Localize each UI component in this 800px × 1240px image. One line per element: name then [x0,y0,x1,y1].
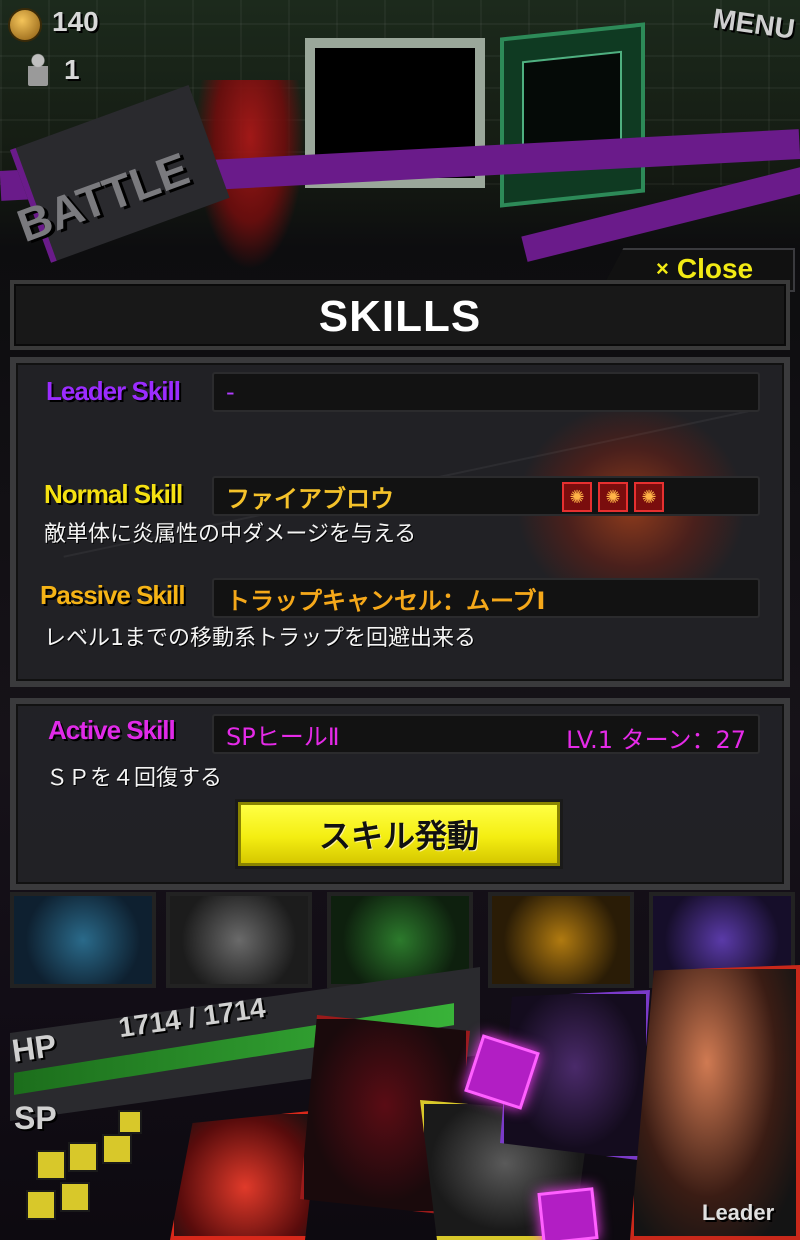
hp-label: HP [9,1027,59,1069]
party-member-fire-cat[interactable] [170,1110,320,1240]
normal-skill-value-bar: ファイアブロウ [212,476,760,516]
leader-tag: Leader [702,1200,775,1225]
active-skill-description: ＳＰを４回復する [46,766,223,791]
sp-cell [36,1150,66,1180]
leader-skill-value-bar: - [212,372,760,412]
fire-icon: ✺ [562,482,592,512]
sp-cell [118,1110,142,1134]
normal-skill-value: ファイアブロウ [226,484,394,513]
dark-orb[interactable] [166,892,312,988]
passive-skill-value: トラップキャンセル：ムーブⅠ [226,586,546,615]
passive-skill-description: レベル1までの移動系トラップを回避出来る [44,626,476,651]
normal-skill-label: Normal Skill [44,479,183,509]
party-member-leader[interactable] [630,965,800,1240]
normal-skill-description: 敵単体に炎属性の中ダメージを与える [44,522,417,547]
sp-label: SP [14,1100,57,1136]
active-skill-level-turn: LV.1 ターン：27 [566,726,746,754]
active-skill-value-bar: SPヒールⅡ LV.1 ターン：27 [212,714,760,754]
sp-cell [26,1190,56,1220]
dialog-title: SKILLS [318,292,482,341]
sp-cell [102,1134,132,1164]
passive-skill-label: Passive Skill [40,580,186,610]
leader-skill-value: - [226,378,235,406]
fire-icon: ✺ [598,482,628,512]
coin-count: 140 [52,6,99,37]
light-orb[interactable] [488,892,634,988]
door-panel [500,22,645,208]
close-icon: × [656,256,669,281]
water-orb[interactable] [10,892,156,988]
leader-skill-label: Leader Skill [46,376,181,406]
fire-icon: ✺ [634,482,664,512]
activate-skill-label: スキル発動 [318,817,479,855]
activate-skill-button[interactable]: スキル発動 [238,802,560,866]
active-skill-value: SPヒールⅡ [226,722,340,751]
sp-cell [60,1182,90,1212]
dialog-title-bar: SKILLS [10,280,790,350]
sp-cell [68,1142,98,1172]
active-orb-cube [537,1187,599,1240]
active-skill-label: Active Skill [48,715,176,745]
coin-icon [8,8,42,42]
passive-skill-value-bar: トラップキャンセル：ムーブⅠ [212,578,760,618]
pawn-icon [28,52,48,86]
key-count: 1 [64,54,80,85]
